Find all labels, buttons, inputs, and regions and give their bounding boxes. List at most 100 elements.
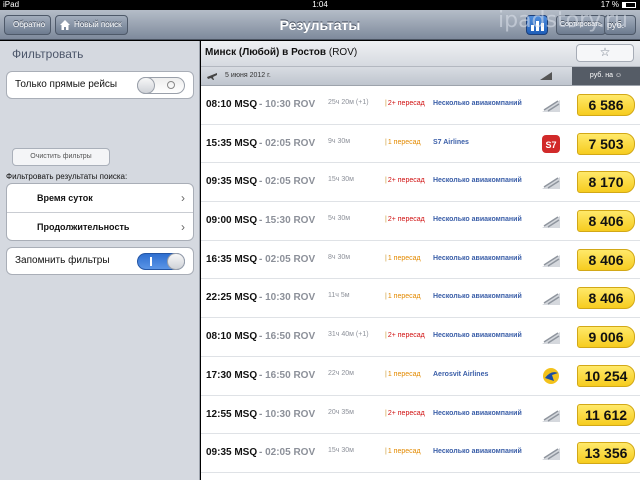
arrival-time: - 15:30 ROV bbox=[259, 215, 316, 227]
flight-list: 08:10 MSQ- 10:30 ROV25ч 20м (+1)2+ перес… bbox=[201, 86, 640, 473]
arrival-time: - 16:50 ROV bbox=[259, 369, 316, 381]
multi-airline-icon bbox=[542, 254, 560, 267]
price-tag[interactable]: 8 406 bbox=[577, 210, 635, 233]
flight-row[interactable]: 17:30 MSQ- 16:50 ROV 22ч 20м 1 пересад Aero… bbox=[201, 357, 640, 396]
arrival-time: - 10:30 ROV bbox=[259, 99, 316, 110]
chevron-right-icon: › bbox=[181, 220, 185, 234]
home-icon bbox=[60, 20, 70, 30]
chevron-right-icon: › bbox=[181, 191, 185, 205]
back-button[interactable]: Обратно bbox=[4, 15, 52, 35]
price-tag[interactable]: 13 356 bbox=[577, 442, 635, 465]
currency-button[interactable]: руб. bbox=[604, 15, 636, 35]
stops-count: 1 пересад bbox=[385, 371, 421, 378]
flight-row[interactable]: 22:25 MSQ- 10:30 ROV 11ч 5м 1 пересад Неско… bbox=[201, 279, 640, 319]
multi-airline-icon bbox=[542, 448, 560, 461]
arrival-time: - 02:05 ROV bbox=[259, 137, 316, 149]
flight-duration: 8ч 30м bbox=[328, 253, 351, 261]
svg-text:S7: S7 bbox=[545, 140, 556, 150]
airline-name: Несколько авиакомпаний bbox=[433, 293, 522, 301]
price-tag[interactable]: 11 612 bbox=[577, 403, 635, 426]
flight-row[interactable]: 15:35 MSQ- 02:05 ROV 9ч 30м 1 пересад S7 Ai… bbox=[201, 125, 640, 164]
direct-flights-group: Только прямые рейсы bbox=[6, 71, 194, 99]
flight-row[interactable]: 09:35 MSQ- 02:05 ROV 15ч 30м 2+ пересад Нес… bbox=[201, 163, 640, 203]
favorite-button[interactable]: ☆ bbox=[576, 44, 634, 62]
multi-airline-icon bbox=[542, 409, 560, 422]
flight-duration: 9ч 30м bbox=[328, 137, 351, 145]
direct-flights-row: Только прямые рейсы bbox=[7, 72, 193, 98]
price-tag[interactable]: 6 586 bbox=[577, 94, 635, 116]
flight-duration: 15ч 30м bbox=[328, 447, 354, 455]
departure-time: 16:35 MSQ bbox=[206, 253, 258, 265]
battery-status: 17 % bbox=[601, 0, 636, 10]
nav-bar: Результаты Обратно Новый поиск Сортирова… bbox=[0, 10, 640, 40]
airline-name: Несколько авиакомпаний bbox=[433, 409, 522, 417]
filter-heading: Фильтровать bbox=[12, 47, 84, 61]
filter-sidebar: Фильтровать Только прямые рейсы Очистить… bbox=[0, 41, 200, 480]
airline-name: Несколько авиакомпаний bbox=[433, 216, 522, 224]
flight-row[interactable]: 09:00 MSQ- 15:30 ROV 5ч 30м 2+ пересад Неск… bbox=[201, 202, 640, 241]
multi-airline-icon bbox=[542, 332, 560, 345]
price-tag[interactable]: 8 170 bbox=[577, 171, 635, 194]
stops-count: 2+ пересад bbox=[385, 332, 425, 339]
stops-count: 1 пересад bbox=[385, 448, 421, 455]
flight-row[interactable]: 16:35 MSQ- 02:05 ROV 8ч 30м 1 пересад Неско… bbox=[201, 241, 640, 280]
new-search-button[interactable]: Новый поиск bbox=[55, 15, 128, 35]
arrival-time: - 10:30 ROV bbox=[259, 292, 316, 304]
price-tag[interactable]: 8 406 bbox=[577, 287, 635, 310]
remember-filters-group: Запомнить фильтры bbox=[6, 247, 194, 275]
stops-count: 1 пересад bbox=[385, 255, 421, 262]
departure-time: 09:35 MSQ bbox=[206, 176, 258, 188]
flight-duration: 15ч 30м bbox=[328, 176, 354, 184]
route-title: Минск (Любой) в Ростов (ROV) bbox=[205, 41, 357, 65]
airline-column-icon bbox=[540, 72, 552, 80]
price-tag[interactable]: 10 254 bbox=[577, 364, 635, 387]
multi-airline-icon bbox=[542, 293, 560, 306]
price-tag[interactable]: 7 503 bbox=[577, 132, 635, 155]
stops-count: 2+ пересад bbox=[385, 410, 425, 417]
flight-row[interactable]: 12:55 MSQ- 10:30 ROV 20ч 35м 2+ пересад Нес… bbox=[201, 396, 640, 435]
stops-count: 2+ пересад bbox=[385, 216, 425, 223]
arrival-time: - 10:30 ROV bbox=[259, 408, 316, 420]
airline-name: Несколько авиакомпаний bbox=[433, 332, 522, 340]
filter-caption: Фильтровать результаты поиска: bbox=[6, 172, 128, 181]
flight-row[interactable]: 08:10 MSQ- 10:30 ROV 25ч 20м (+1) 2+ перес… bbox=[201, 86, 640, 125]
departure-time: 22:25 MSQ bbox=[206, 292, 258, 304]
airline-name: Несколько авиакомпаний bbox=[433, 100, 522, 107]
chart-view-button[interactable] bbox=[526, 15, 548, 35]
route-code: (ROV) bbox=[328, 47, 358, 58]
arrival-time: - 16:50 ROV bbox=[259, 331, 316, 343]
flight-duration: 11ч 5м bbox=[328, 292, 350, 300]
duration-row[interactable]: Продолжительность › bbox=[7, 212, 193, 240]
airline-name: Несколько авиакомпаний bbox=[433, 254, 522, 262]
clock: 1:04 bbox=[312, 0, 328, 9]
bar-chart-icon bbox=[527, 16, 547, 34]
battery-icon bbox=[622, 2, 636, 8]
departure-time: 15:35 MSQ bbox=[206, 137, 258, 149]
arrival-time: - 02:05 ROV bbox=[259, 176, 316, 188]
departure-time: 09:35 MSQ bbox=[206, 447, 258, 459]
airline-name: S7 Airlines bbox=[433, 138, 469, 146]
flight-row[interactable]: 09:35 MSQ- 02:05 ROV 15ч 30м 1 пересад Неск… bbox=[201, 434, 640, 473]
results-panel: Минск (Любой) в Ростов (ROV) ☆ 5 июня 20… bbox=[201, 41, 640, 480]
clear-filters-button[interactable]: Очистить фильтры bbox=[12, 148, 110, 166]
arrival-time: - 02:05 ROV bbox=[259, 253, 316, 265]
route-name: Минск (Любой) в Ростов bbox=[205, 47, 327, 58]
status-bar: iPad 1:04 17 % bbox=[0, 0, 640, 10]
route-header: Минск (Любой) в Ростов (ROV) ☆ bbox=[201, 41, 640, 67]
person-icon: ☺ bbox=[614, 72, 623, 79]
flight-date: 5 июня 2012 г. bbox=[225, 72, 271, 79]
plane-icon bbox=[207, 73, 217, 80]
price-column-header[interactable]: руб. на ☺ bbox=[572, 67, 640, 85]
airline-name: Aerosvit Airlines bbox=[433, 370, 489, 378]
time-of-day-row[interactable]: Время суток › bbox=[7, 184, 193, 212]
battery-percent: 17 % bbox=[600, 0, 619, 9]
price-tag[interactable]: 9 006 bbox=[577, 326, 635, 349]
new-search-label: Новый поиск bbox=[74, 20, 122, 29]
sort-button[interactable]: Сортировать bbox=[556, 15, 606, 35]
remember-filters-switch[interactable] bbox=[137, 253, 185, 270]
departure-time: 12:55 MSQ bbox=[206, 408, 258, 420]
price-tag[interactable]: 8 406 bbox=[577, 248, 635, 271]
direct-flights-switch[interactable] bbox=[137, 77, 185, 94]
remember-filters-label: Запомнить фильтры bbox=[15, 255, 110, 266]
flight-row[interactable]: 08:10 MSQ- 16:50 ROV 31ч 40м (+1) 2+ перес… bbox=[201, 318, 640, 357]
